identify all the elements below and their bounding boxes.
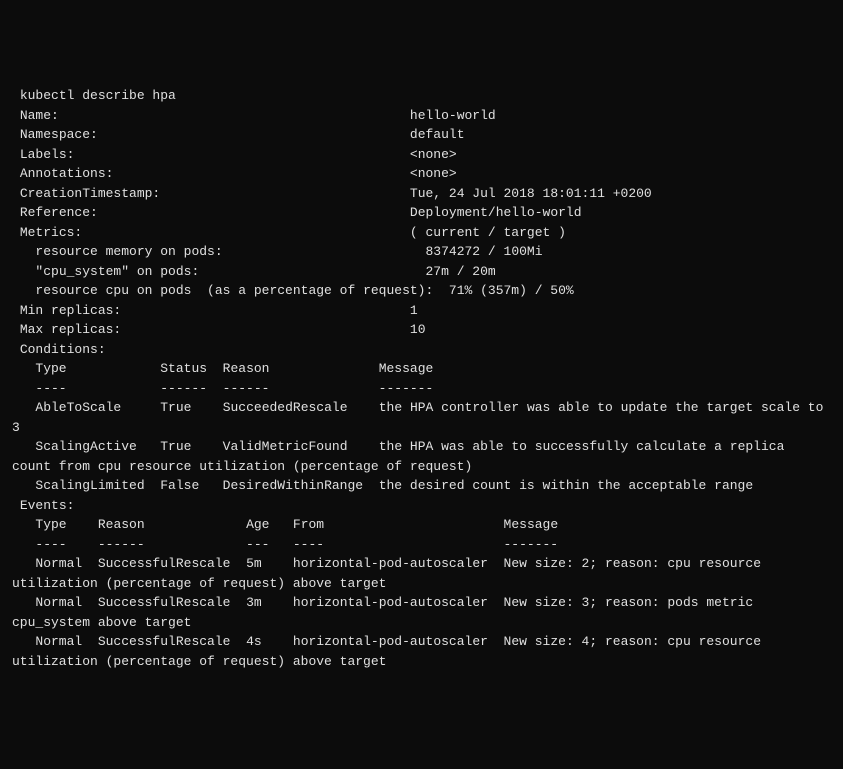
command-line: kubectl describe hpa xyxy=(12,88,176,103)
events-label: Events: xyxy=(12,498,74,513)
field-creation-timestamp: CreationTimestamp: Tue, 24 Jul 2018 18:0… xyxy=(12,186,652,201)
conditions-header: Type Status Reason Message xyxy=(12,361,433,376)
condition-row: ScalingActive True ValidMetricFound the … xyxy=(12,439,792,474)
event-row: Normal SuccessfulRescale 3m horizontal-p… xyxy=(12,595,761,630)
events-divider: ---- ------ --- ---- ------- xyxy=(12,537,558,552)
field-reference: Reference: Deployment/hello-world xyxy=(12,205,582,220)
field-metrics: Metrics: ( current / target ) xyxy=(12,225,566,240)
metric-cpu-resource: resource cpu on pods (as a percentage of… xyxy=(12,283,574,298)
event-row: Normal SuccessfulRescale 5m horizontal-p… xyxy=(12,556,769,591)
events-header: Type Reason Age From Message xyxy=(12,517,558,532)
field-namespace: Namespace: default xyxy=(12,127,465,142)
condition-row: ScalingLimited False DesiredWithinRange … xyxy=(12,478,753,493)
event-row: Normal SuccessfulRescale 4s horizontal-p… xyxy=(12,634,769,669)
field-labels: Labels: <none> xyxy=(12,147,457,162)
metric-cpu-system: "cpu_system" on pods: 27m / 20m xyxy=(12,264,496,279)
conditions-divider: ---- ------ ------ ------- xyxy=(12,381,433,396)
condition-row: AbleToScale True SucceededRescale the HP… xyxy=(12,400,831,435)
field-max-replicas: Max replicas: 10 xyxy=(12,322,426,337)
field-annotations: Annotations: <none> xyxy=(12,166,457,181)
field-min-replicas: Min replicas: 1 xyxy=(12,303,418,318)
field-name: Name: hello-world xyxy=(12,108,496,123)
metric-memory: resource memory on pods: 8374272 / 100Mi xyxy=(12,244,543,259)
terminal-output: kubectl describe hpa Name: hello-world N… xyxy=(12,86,831,671)
conditions-label: Conditions: xyxy=(12,342,106,357)
